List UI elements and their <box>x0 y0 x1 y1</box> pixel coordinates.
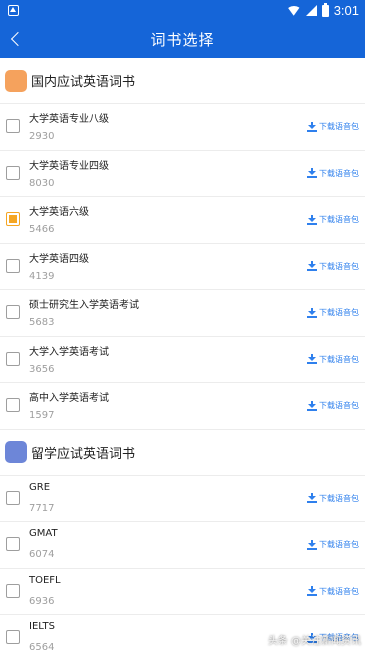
wordbook-row[interactable]: GRE 7717 下载语音包 <box>0 476 365 522</box>
wordbook-name: GMAT <box>29 528 58 539</box>
abroad-exam-icon <box>5 441 27 463</box>
download-icon <box>307 168 317 178</box>
word-count: 7717 <box>29 502 55 514</box>
download-audio-button[interactable]: 下载语音包 <box>307 307 359 318</box>
wordbook-name: 大学英语四级 <box>29 253 89 265</box>
download-icon <box>307 214 317 225</box>
app-bar: 词书选择 <box>0 21 365 58</box>
section-title: 国内应试英语词书 <box>31 75 136 90</box>
wordbook-row[interactable]: TOEFL 6936 下载语音包 <box>0 569 365 615</box>
download-audio-button[interactable]: 下载语音包 <box>307 493 359 504</box>
download-label: 下载语音包 <box>319 540 359 549</box>
select-checkbox[interactable] <box>6 258 20 273</box>
domestic-exam-icon <box>5 69 27 92</box>
select-checkbox[interactable] <box>6 537 20 551</box>
download-audio-button[interactable]: 下载语音包 <box>307 586 359 597</box>
download-icon <box>307 354 317 364</box>
download-icon <box>307 261 317 271</box>
download-icon <box>307 493 317 503</box>
wordbook-row[interactable]: 硕士研究生入学英语考试 5683 下载语音包 <box>0 290 365 337</box>
download-icon <box>307 400 317 411</box>
select-checkbox[interactable] <box>6 398 20 412</box>
wordbook-name: 大学英语专业四级 <box>29 160 109 172</box>
wordbook-name: IELTS <box>29 621 55 632</box>
back-arrow-icon[interactable] <box>8 31 24 47</box>
word-count: 5466 <box>29 224 55 235</box>
word-count: 8030 <box>29 177 55 189</box>
wordbook-row[interactable]: GMAT 6074 下载语音包 <box>0 522 365 569</box>
section-header: 留学应试英语词书 <box>0 430 365 476</box>
word-count: 6564 <box>29 642 55 653</box>
download-audio-button[interactable]: 下载语音包 <box>307 539 359 550</box>
wordbook-name: 高中入学英语考试 <box>29 393 109 404</box>
page-title: 词书选择 <box>150 31 215 49</box>
select-checkbox[interactable] <box>6 119 20 133</box>
wordbook-name: GRE <box>29 481 51 493</box>
section-title: 留学应试英语词书 <box>31 446 136 462</box>
word-count: 6074 <box>29 549 55 560</box>
wordbook-name: 大学英语六级 <box>29 207 89 218</box>
wordbook-row[interactable]: 大学入学英语考试 3656 下载语音包 <box>0 337 365 383</box>
word-count: 6936 <box>29 595 55 607</box>
download-label: 下载语音包 <box>319 493 359 503</box>
download-icon <box>307 307 317 318</box>
select-checkbox[interactable] <box>6 630 20 644</box>
status-bar: 3:01 <box>0 0 365 21</box>
download-audio-button[interactable]: 下载语音包 <box>307 168 359 179</box>
download-audio-button[interactable]: 下载语音包 <box>307 214 359 225</box>
download-icon <box>307 539 317 550</box>
download-label: 下载语音包 <box>319 215 359 224</box>
wifi-icon <box>287 6 301 16</box>
wordbook-row[interactable]: 大学英语专业八级 2930 下载语音包 <box>0 104 365 151</box>
download-audio-button[interactable]: 下载语音包 <box>307 121 359 132</box>
download-label: 下载语音包 <box>319 586 359 596</box>
download-audio-button[interactable]: 下载语音包 <box>307 261 359 272</box>
battery-icon <box>321 2 329 17</box>
download-audio-button[interactable]: 下载语音包 <box>307 400 359 411</box>
download-label: 下载语音包 <box>319 401 359 410</box>
wordbook-row[interactable]: 大学英语专业四级 8030 下载语音包 <box>0 151 365 197</box>
download-label: 下载语音包 <box>319 122 359 131</box>
wordbook-row[interactable]: 大学英语六级 5466 下载语音包 <box>0 197 365 244</box>
select-checkbox[interactable] <box>6 305 20 319</box>
section-header: 国内应试英语词书 <box>0 58 365 104</box>
wordbook-name: 大学入学英语考试 <box>29 346 109 358</box>
download-icon <box>307 121 317 132</box>
wordbook-list: 国内应试英语词书 大学英语专业八级 2930 下载语音包 大学英语专业四级 8030 下载语… <box>0 58 365 653</box>
download-label: 下载语音包 <box>319 261 359 271</box>
select-checkbox[interactable] <box>6 583 20 598</box>
wordbook-row[interactable]: 大学英语四级 4139 下载语音包 <box>0 244 365 290</box>
wordbook-row[interactable]: 高中入学英语考试 1597 下载语音包 <box>0 383 365 430</box>
select-checkbox[interactable] <box>6 351 20 366</box>
notification-icon <box>8 5 19 16</box>
word-count: 1597 <box>29 410 55 421</box>
watermark: 头条 @关注新闻资讯 <box>267 636 361 647</box>
select-checkbox[interactable] <box>6 490 20 505</box>
download-label: 下载语音包 <box>319 308 359 317</box>
wordbook-name: 硕士研究生入学英语考试 <box>29 300 139 311</box>
download-label: 下载语音包 <box>319 168 359 178</box>
wordbook-name: 大学英语专业八级 <box>29 114 109 125</box>
word-count: 4139 <box>29 270 55 282</box>
wordbook-name: TOEFL <box>29 574 61 586</box>
download-icon <box>307 586 317 596</box>
word-count: 3656 <box>29 363 55 375</box>
download-label: 下载语音包 <box>319 354 359 364</box>
word-count: 2930 <box>29 131 55 142</box>
signal-icon <box>305 5 317 16</box>
download-audio-button[interactable]: 下载语音包 <box>307 354 359 365</box>
status-time: 3:01 <box>333 3 359 18</box>
word-count: 5683 <box>29 317 55 328</box>
select-checkbox[interactable] <box>6 165 20 180</box>
select-checkbox[interactable] <box>6 212 20 226</box>
